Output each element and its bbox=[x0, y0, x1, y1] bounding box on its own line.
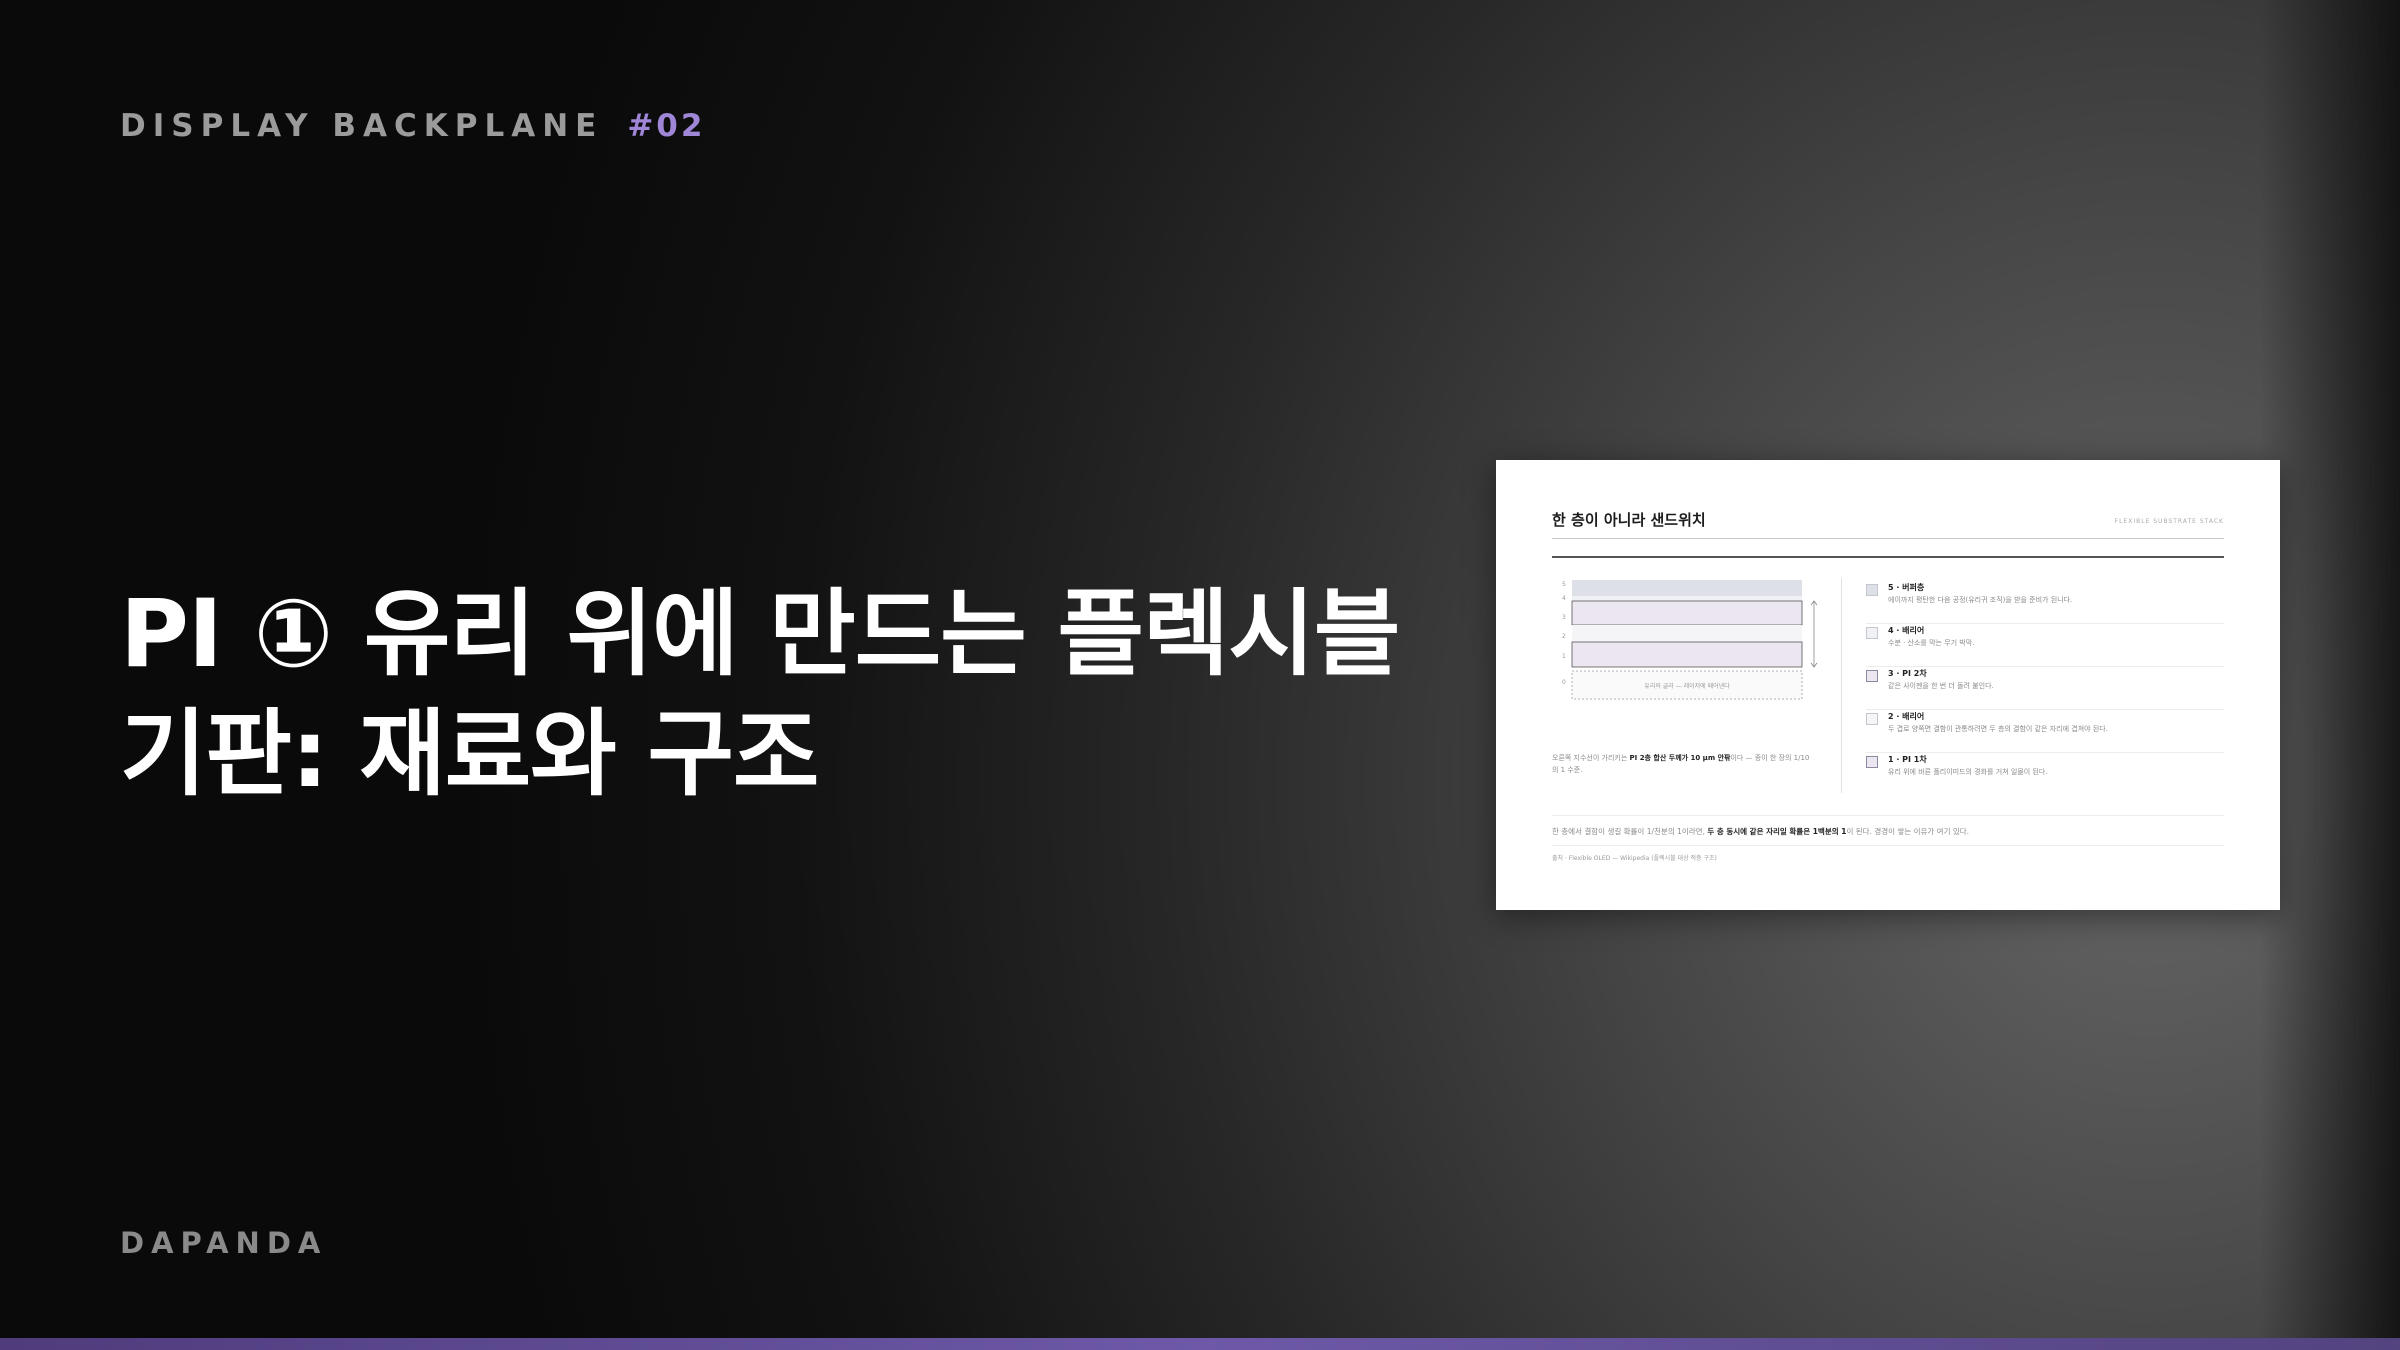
layer-barrier-bottom bbox=[1572, 625, 1802, 642]
layer-item: 5 · 버퍼층 에이까지 평탄한 다음 공정(유리귀 조직)을 받을 준비가 된… bbox=[1866, 581, 2224, 624]
preview-summary: 한 층에서 결함이 생길 확률이 1/천분의 1이라면, 두 층 동시에 같은 … bbox=[1552, 827, 1970, 836]
layer-desc: 같은 사이젠을 한 번 더 돌려 붙인다. bbox=[1888, 682, 1994, 690]
glass-label: 유리의 글라 — 레이저에 떼어낸다 bbox=[1644, 682, 1730, 690]
layer-item: 2 · 배리어 두 겹로 양쪽면 결함이 관통하려면 두 층의 결함이 같은 자… bbox=[1866, 710, 2224, 753]
layer-name: 3 · PI 2차 bbox=[1888, 669, 1927, 678]
layer-swatch bbox=[1866, 670, 1878, 682]
layer-item: 1 · PI 1차 유리 위에 바른 폴리이미드의 경화를 거쳐 일몰이 된다. bbox=[1866, 753, 2224, 795]
preview-tag: FLEXIBLE SUBSTRATE STACK bbox=[2114, 518, 2224, 525]
layer-name: 5 · 버퍼층 bbox=[1888, 583, 1925, 592]
y-label-5: 5 bbox=[1562, 581, 1566, 588]
layer-swatch bbox=[1866, 756, 1878, 768]
layer-desc: 두 겹로 양쪽면 결함이 관통하려면 두 층의 결함이 같은 자리에 겹쳐야 된… bbox=[1888, 725, 2108, 733]
preview-bottom-divider bbox=[1552, 845, 2224, 846]
y-label-1: 1 bbox=[1562, 653, 1566, 660]
y-label-4: 4 bbox=[1562, 595, 1566, 602]
layer-name: 1 · PI 1차 bbox=[1888, 755, 1927, 764]
layer-pi-second bbox=[1571, 600, 1803, 626]
background-vignette bbox=[2260, 0, 2400, 1338]
preview-rule bbox=[1552, 556, 2224, 558]
brand-name: DAPANDA bbox=[120, 1226, 328, 1260]
page-title: PI ① 유리 위에 만드는 플렉시블 기판: 재료와 구조 bbox=[120, 580, 1400, 809]
layer-desc: 수분 · 산소를 막는 무기 박막. bbox=[1888, 639, 1975, 647]
preview-caption: 오른쪽 지수선이 가리키는 PI 2층 합산 두께가 10 μm 안팎이다 — … bbox=[1552, 754, 1810, 774]
layer-name: 2 · 배리어 bbox=[1888, 712, 1925, 721]
y-label-3: 3 bbox=[1562, 614, 1566, 621]
preview-title: 한 층이 아니라 샌드위치 bbox=[1552, 511, 1706, 529]
layer-desc: 유리 위에 바른 폴리이미드의 경화를 거쳐 일몰이 된다. bbox=[1888, 768, 2048, 776]
layer-swatch bbox=[1866, 713, 1878, 725]
layer-pi-first bbox=[1571, 641, 1803, 668]
preview-bottom-divider-top bbox=[1552, 815, 2224, 816]
layer-item: 3 · PI 2차 같은 사이젠을 한 번 더 돌려 붙인다. bbox=[1866, 667, 2224, 710]
layer-swatch bbox=[1866, 584, 1878, 596]
series-name: DISPLAY BACKPLANE bbox=[120, 108, 604, 144]
layer-list: 5 · 버퍼층 에이까지 평탄한 다음 공정(유리귀 조직)을 받을 준비가 된… bbox=[1866, 581, 2224, 795]
series-kicker: DISPLAY BACKPLANE #02 bbox=[120, 108, 705, 144]
preview-divider bbox=[1552, 538, 2224, 539]
preview-column-divider bbox=[1841, 578, 1842, 793]
layer-buffer bbox=[1572, 580, 1802, 596]
layer-barrier-top bbox=[1572, 596, 1802, 601]
layer-name: 4 · 배리어 bbox=[1888, 626, 1925, 635]
preview-source: 출처 · Flexible OLED — Wikipedia (플렉시블 대상 … bbox=[1552, 855, 1717, 862]
series-number: #02 bbox=[627, 108, 706, 144]
layer-item: 4 · 배리어 수분 · 산소를 막는 무기 박막. bbox=[1866, 624, 2224, 667]
layer-stack-diagram: 5 4 3 2 1 0 유리의 글라 — 레이저에 떼어낸다 bbox=[1562, 580, 1818, 700]
layer-desc: 에이까지 평탄한 다음 공정(유리귀 조직)을 받을 준비가 된니다. bbox=[1888, 596, 2073, 604]
layer-swatch bbox=[1866, 627, 1878, 639]
accent-bottom-bar bbox=[0, 1338, 2400, 1350]
slide-preview: 한 층이 아니라 샌드위치 FLEXIBLE SUBSTRATE STACK 5… bbox=[1496, 460, 2280, 910]
y-label-0: 0 bbox=[1562, 679, 1566, 686]
y-label-2: 2 bbox=[1562, 633, 1566, 640]
